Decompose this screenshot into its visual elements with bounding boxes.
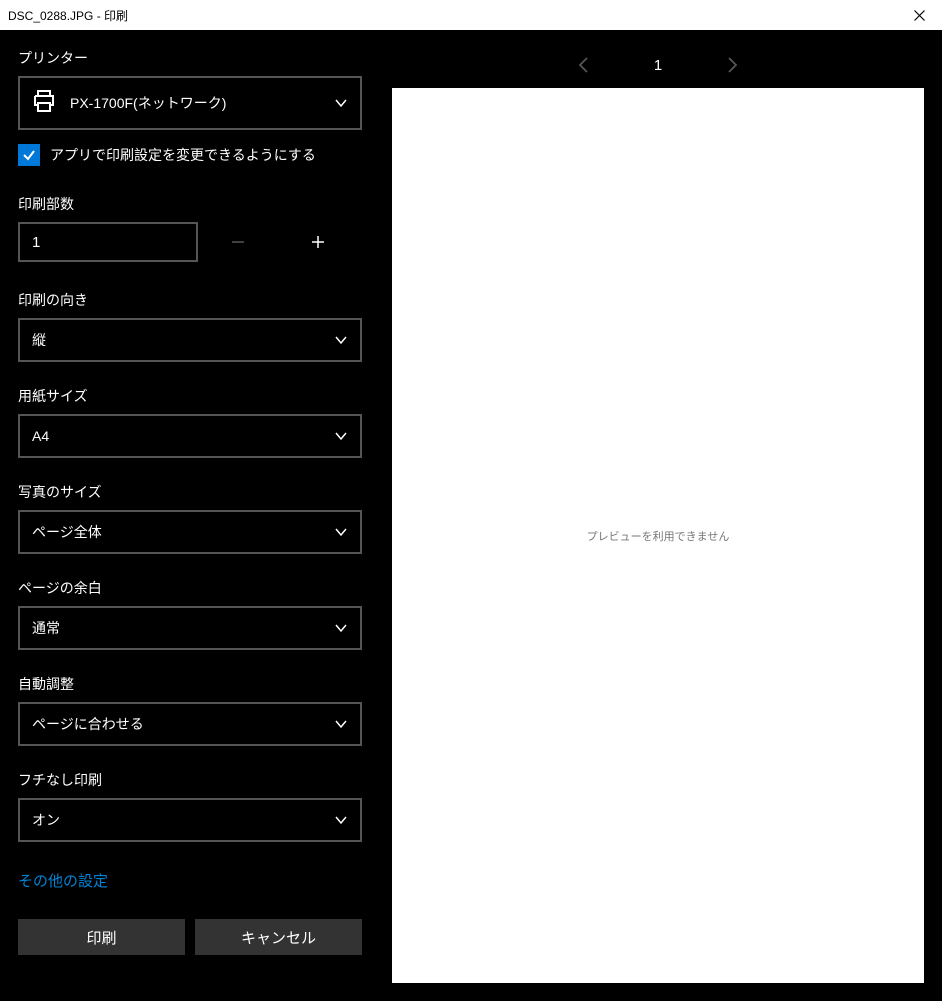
margins-label: ページの余白 (18, 578, 362, 598)
window-title: DSC_0288.JPG - 印刷 (8, 7, 128, 24)
borderless-dropdown[interactable]: オン (18, 798, 362, 842)
more-settings-link[interactable]: その他の設定 (18, 870, 362, 891)
cancel-button[interactable]: キャンセル (195, 919, 362, 955)
page-number: 1 (654, 57, 662, 74)
titlebar: DSC_0288.JPG - 印刷 (0, 0, 942, 30)
fit-label: 自動調整 (18, 674, 362, 694)
margins-dropdown[interactable]: 通常 (18, 606, 362, 650)
photo-size-dropdown[interactable]: ページ全体 (18, 510, 362, 554)
content: プリンター PX-1700F(ネットワーク) アプリで印刷設 (0, 30, 942, 1001)
chevron-down-icon (334, 717, 348, 731)
app-settings-checkbox-label: アプリで印刷設定を変更できるようにする (50, 145, 316, 165)
copies-decrement-button[interactable] (198, 222, 278, 262)
preview-pager: 1 (392, 42, 924, 88)
chevron-down-icon (334, 621, 348, 635)
close-button[interactable] (896, 0, 942, 30)
printer-label: プリンター (18, 48, 362, 68)
chevron-down-icon (334, 429, 348, 443)
printer-icon (32, 90, 56, 117)
borderless-label: フチなし印刷 (18, 770, 362, 790)
copies-input[interactable] (18, 222, 198, 262)
printer-selected-text: PX-1700F(ネットワーク) (70, 93, 334, 113)
fit-dropdown[interactable]: ページに合わせる (18, 702, 362, 746)
app-settings-checkbox-row[interactable]: アプリで印刷設定を変更できるようにする (18, 144, 362, 166)
orientation-label: 印刷の向き (18, 290, 362, 310)
chevron-down-icon (334, 525, 348, 539)
paper-size-label: 用紙サイズ (18, 386, 362, 406)
chevron-down-icon (334, 333, 348, 347)
chevron-down-icon (334, 813, 348, 827)
page-prev-button[interactable] (574, 55, 594, 75)
paper-size-value: A4 (32, 428, 334, 444)
copies-label: 印刷部数 (18, 194, 362, 214)
borderless-value: オン (32, 810, 334, 830)
orientation-value: 縦 (32, 330, 334, 350)
page-next-button[interactable] (722, 55, 742, 75)
preview-area: プレビューを利用できません (392, 88, 924, 983)
chevron-down-icon (334, 96, 348, 110)
photo-size-label: 写真のサイズ (18, 482, 362, 502)
printer-dropdown[interactable]: PX-1700F(ネットワーク) (18, 76, 362, 130)
print-button[interactable]: 印刷 (18, 919, 185, 955)
settings-panel: プリンター PX-1700F(ネットワーク) アプリで印刷設 (0, 30, 380, 1001)
margins-value: 通常 (32, 618, 334, 638)
preview-panel: 1 プレビューを利用できません (380, 30, 942, 1001)
fit-value: ページに合わせる (32, 714, 334, 734)
orientation-dropdown[interactable]: 縦 (18, 318, 362, 362)
copies-increment-button[interactable] (278, 222, 358, 262)
preview-unavailable-text: プレビューを利用できません (587, 528, 730, 544)
paper-size-dropdown[interactable]: A4 (18, 414, 362, 458)
photo-size-value: ページ全体 (32, 522, 334, 542)
checkbox-checked-icon (18, 144, 40, 166)
